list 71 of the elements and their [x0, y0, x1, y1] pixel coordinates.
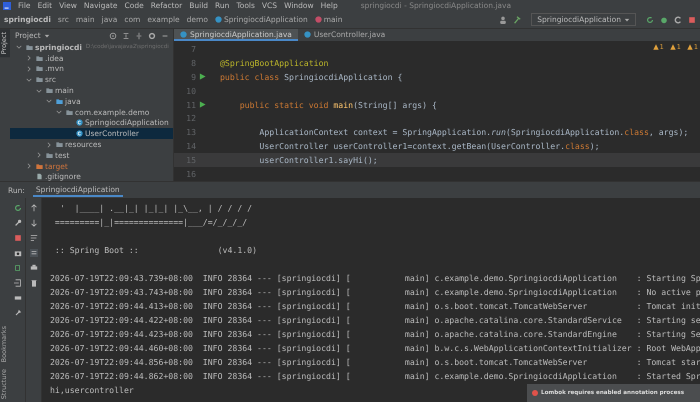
expanded-caret-icon[interactable] [16, 44, 22, 50]
console-line: 2026-07-19T22:09:43.739+08:00 INFO 28364 --- [springiocdi] [ main] c.example.demo.SpringiocdiApplication : Starting Sp [50, 272, 700, 285]
code-line: userController1.sayHi(); [258, 155, 378, 166]
camera-icon[interactable] [14, 249, 22, 257]
code-line: public class SpringiocdiApplication { [220, 72, 402, 82]
console-line: 2026-07-19T22:09:44.413+08:00 INFO 28364 --- [springiocdi] [ main] o.s.boot.tomcat.TomcatWebServer : Tomcat init [50, 300, 700, 313]
warning-icon[interactable] [670, 44, 676, 50]
code-line: UserController userController1=context.getBean(UserController.class); [258, 141, 600, 152]
console-line: 2026-07-19T22:09:44.856+08:00 INFO 28364 --- [springiocdi] [ main] o.s.boot.tomcat.TomcatWebServer : Tomcat star [50, 356, 700, 369]
app-logo-icon [3, 2, 11, 10]
trash-icon[interactable] [30, 279, 38, 287]
console-line: 2026-07-19T22:09:44.423+08:00 INFO 28364 --- [springiocdi] [ main] o.apache.catalina.core.StandardEngine : Starting Se [50, 328, 700, 341]
hammer-icon[interactable] [513, 16, 522, 24]
pin-icon[interactable] [14, 309, 22, 317]
line-number: 8 [190, 58, 196, 68]
warning-icon[interactable] [652, 44, 659, 50]
wrap-icon[interactable] [30, 234, 38, 242]
wrench-icon[interactable] [14, 219, 22, 227]
line-number: 16 [185, 169, 196, 180]
class-icon [76, 130, 83, 138]
expanded-caret-icon[interactable] [36, 88, 42, 94]
line-number: 9 [190, 72, 196, 82]
stop-icon[interactable] [688, 16, 696, 24]
expanded-caret-icon[interactable] [46, 98, 52, 104]
stop-icon[interactable] [14, 234, 22, 242]
file-icon [36, 173, 43, 180]
collapse-icon[interactable] [122, 32, 130, 40]
rerun-icon[interactable] [14, 204, 22, 212]
console-line: :: Spring Boot :: (v4.1.0) [54, 244, 258, 257]
expand-icon[interactable] [135, 32, 143, 40]
print-icon[interactable] [30, 264, 38, 272]
class-icon [76, 119, 83, 126]
code-line: public static void main(String[] args) { [238, 100, 437, 110]
error-icon [532, 390, 538, 396]
expanded-caret-icon[interactable] [56, 109, 62, 116]
caret-icon[interactable] [624, 16, 630, 22]
collapsed-caret-icon[interactable] [26, 55, 32, 62]
rerun-icon[interactable] [646, 16, 654, 24]
run-gutter-icon[interactable] [198, 100, 206, 108]
collapsed-caret-icon[interactable] [26, 66, 32, 72]
line-number: 7 [190, 44, 196, 54]
up-arrow-icon[interactable] [30, 204, 38, 212]
line-number: 10 [185, 86, 196, 96]
class-icon [180, 30, 187, 38]
console-line: hi,usercontroller [50, 384, 134, 397]
target-icon[interactable] [109, 32, 117, 40]
line-number: 12 [185, 113, 196, 124]
code-line: @SpringBootApplication [220, 58, 328, 68]
class-icon [304, 30, 311, 38]
console-line: 2026-07-19T22:09:44.460+08:00 INFO 28364 --- [springiocdi] [ main] b.w.c.s.WebApplicationContextInitializer : Root WebApp [50, 342, 700, 355]
console-line: 2026-07-19T22:09:44.422+08:00 INFO 28364 --- [springiocdi] [ main] o.apache.catalina.core.StandardService : Starting se [50, 314, 700, 327]
line-number: 14 [185, 141, 196, 152]
expanded-caret-icon[interactable] [26, 76, 32, 83]
down-arrow-icon[interactable] [30, 219, 38, 227]
console-line: 2026-07-19T22:09:44.862+08:00 INFO 28364 --- [springiocdi] [ main] c.example.demo.SpringiocdiApplication : Started Spr [50, 370, 700, 383]
exit-icon[interactable] [14, 279, 22, 287]
caret-icon[interactable] [44, 32, 50, 38]
method-icon [314, 16, 322, 23]
warning-icon[interactable] [686, 44, 693, 50]
class-icon [214, 16, 222, 23]
line-number: 13 [185, 127, 196, 138]
console-line: 2026-07-19T22:09:43.743+08:00 INFO 28364 --- [springiocdi] [ main] c.example.demo.SpringiocdiApplication : No active p [50, 286, 700, 299]
line-number: 11 [185, 100, 196, 110]
run-gutter-icon[interactable] [198, 72, 206, 80]
console-line: ' |____| .__|_| |_|_| |_\__, | / / / / [58, 202, 252, 215]
console-line: =========|_|==============|___/=/_/_/_/ [54, 216, 248, 229]
collapsed-caret-icon[interactable] [36, 152, 42, 158]
collapsed-caret-icon[interactable] [26, 163, 32, 170]
code-line: ApplicationContext context = SpringApplication.run(SpringiocdiApplication.class, args); [258, 127, 688, 138]
collapsed-caret-icon[interactable] [46, 142, 52, 148]
user-icon[interactable] [499, 16, 508, 24]
